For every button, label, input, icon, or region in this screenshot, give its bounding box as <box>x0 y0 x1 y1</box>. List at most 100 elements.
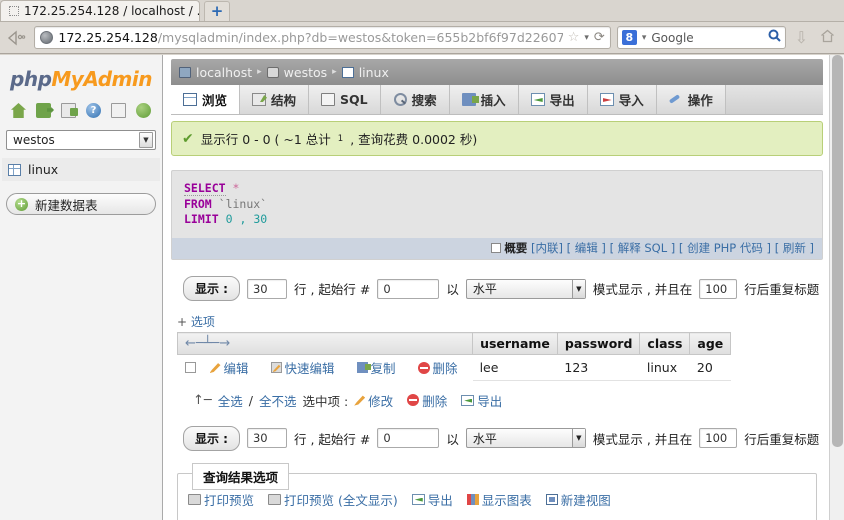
row-action-edit[interactable]: 编辑 <box>203 355 264 381</box>
rows-per-page-input[interactable]: 30 <box>246 278 287 299</box>
home-icon[interactable] <box>817 29 838 47</box>
query-results-options-panel: 查询结果选项 打印预览 打印预览 (全文显示) 导出 显示图表 新建视图 <box>177 462 817 520</box>
breadcrumb-table[interactable]: linux <box>359 65 389 80</box>
select-none-link[interactable]: 全不选 <box>259 391 297 410</box>
tab-structure[interactable]: 结构 <box>240 85 310 114</box>
address-bar[interactable]: 172.25.254.128/mysqladmin/index.php?db=w… <box>34 26 611 49</box>
print-preview-link[interactable]: 打印预览 <box>188 490 254 509</box>
link-label: 打印预览 (全文显示) <box>284 492 398 508</box>
print-preview-full-link[interactable]: 打印预览 (全文显示) <box>268 490 398 509</box>
display-mode-select[interactable]: 水平 ▼ <box>465 428 586 449</box>
database-select[interactable]: westos ▼ <box>6 130 156 150</box>
sql-link-refresh[interactable]: [ 刷新 ] <box>775 241 814 255</box>
vertical-scrollbar[interactable] <box>829 55 844 520</box>
bulk-action-delete[interactable]: 删除 <box>407 391 447 410</box>
column-header-username[interactable]: username <box>472 332 558 356</box>
separator-slash: / <box>248 392 253 408</box>
sidebar-item-linux[interactable]: linux <box>2 158 160 181</box>
sql-link-inline[interactable]: [内联] <box>531 241 563 255</box>
cell-class: linux <box>639 354 690 381</box>
quick-edit-icon <box>270 362 282 374</box>
column-header-password[interactable]: password <box>556 332 641 356</box>
delete-icon <box>407 394 420 407</box>
repeat-headers-input[interactable]: 100 <box>699 428 738 449</box>
column-header-age[interactable]: age <box>689 332 732 356</box>
selected-items-label: 选中项 : <box>302 393 349 409</box>
reload-icon[interactable]: ⟳ <box>594 30 605 45</box>
tab-search[interactable]: 搜索 <box>380 85 450 114</box>
rows-per-page-input[interactable]: 30 <box>246 428 287 449</box>
cell-username: lee <box>472 354 558 381</box>
options-toggle[interactable]: + 选项 <box>171 313 823 330</box>
query-results-options-links: 打印预览 打印预览 (全文显示) 导出 显示图表 新建视图 <box>188 490 806 509</box>
bulk-action-export[interactable]: 导出 <box>461 391 502 410</box>
repeat-suffix-label: 行后重复标题 <box>744 282 820 298</box>
table-row: 编辑 快速编辑 复制 删除 lee 123 linux 20 <box>178 354 731 381</box>
show-button[interactable]: 显示 : <box>183 276 240 302</box>
bulk-action-edit[interactable]: 修改 <box>354 391 393 410</box>
sql-comma: , <box>239 212 247 227</box>
display-mode-select[interactable]: 水平 ▼ <box>465 278 586 299</box>
breadcrumb-separator: ▸ <box>332 67 337 77</box>
row-action-delete[interactable]: 删除 <box>411 355 473 381</box>
downloads-icon[interactable]: ⇩ <box>792 28 811 47</box>
start-row-input[interactable]: 0 <box>377 278 440 299</box>
page-icon[interactable] <box>111 103 126 118</box>
documentation-icon[interactable] <box>61 103 78 118</box>
sql-link-edit[interactable]: [ 编辑 ] <box>567 241 606 255</box>
sql-limit-offset: 0 <box>225 212 233 227</box>
repeat-headers-input[interactable]: 100 <box>699 278 738 299</box>
new-table-button[interactable]: + 新建数据表 <box>6 193 156 215</box>
browser-tab[interactable]: 172.25.254.128 / localhost / ... <box>0 0 200 21</box>
row-action-copy[interactable]: 复制 <box>350 355 411 381</box>
search-input[interactable]: Google <box>651 31 762 45</box>
edit-icon <box>209 363 221 374</box>
search-bar[interactable]: 8 ▾ Google <box>616 26 786 49</box>
row-action-quick-edit[interactable]: 快速编辑 <box>264 355 350 381</box>
chevron-down-icon[interactable]: ▼ <box>139 132 153 148</box>
action-label: 复制 <box>370 361 396 377</box>
chevron-down-icon[interactable]: ▼ <box>571 279 585 298</box>
breadcrumb-database[interactable]: westos <box>284 65 328 80</box>
reload-icon[interactable] <box>136 103 151 118</box>
export-link[interactable]: 导出 <box>411 490 453 509</box>
home-icon[interactable] <box>11 103 26 118</box>
options-label: 选项 <box>190 315 215 330</box>
start-row-input[interactable]: 0 <box>377 428 440 449</box>
sql-link-explain[interactable]: [ 解释 SQL ] <box>610 241 676 255</box>
sql-link-create-php[interactable]: [ 创建 PHP 代码 ] <box>679 241 771 255</box>
scrollbar-thumb[interactable] <box>832 55 843 447</box>
row-checkbox-cell <box>178 355 203 381</box>
mode-suffix-label: 模式显示 , 并且在 <box>592 431 693 447</box>
tab-export[interactable]: 导出 <box>518 85 588 114</box>
back-arrow-icon[interactable] <box>6 26 28 50</box>
column-header-class[interactable]: class <box>639 332 691 356</box>
display-mode-value: 水平 <box>472 282 497 297</box>
display-chart-link[interactable]: 显示图表 <box>466 490 532 509</box>
status-text-before: 显示行 0 - 0 ( ~1 总计 <box>200 132 331 147</box>
chevron-down-icon[interactable]: ▼ <box>571 429 585 448</box>
tab-browse[interactable]: 浏览 <box>171 85 241 114</box>
help-icon[interactable] <box>86 103 101 118</box>
tab-insert[interactable]: 插入 <box>449 85 519 114</box>
row-checkbox[interactable] <box>184 362 196 374</box>
breadcrumb-server[interactable]: localhost <box>196 65 252 80</box>
tab-import[interactable]: 导入 <box>587 85 657 114</box>
search-engine-chevron-icon[interactable]: ▾ <box>642 33 647 43</box>
show-button[interactable]: 显示 : <box>183 425 240 451</box>
mode-suffix-label: 模式显示 , 并且在 <box>592 282 693 298</box>
tab-operations[interactable]: 操作 <box>656 85 726 114</box>
new-tab-button[interactable]: + <box>204 1 230 21</box>
tab-sql[interactable]: SQL <box>309 85 381 114</box>
mode-prefix-label: 以 <box>446 282 459 298</box>
create-view-link[interactable]: 新建视图 <box>545 490 611 509</box>
bookmark-star-icon[interactable]: ☆ <box>568 30 580 45</box>
select-all-link[interactable]: 全选 <box>218 391 243 410</box>
chevron-down-icon[interactable]: ▾ <box>584 33 589 43</box>
sort-nav-header[interactable]: ←─┴─→ <box>176 332 474 356</box>
search-icon[interactable] <box>768 29 781 46</box>
logout-icon[interactable] <box>36 103 51 118</box>
rows-suffix-label: 行 , 起始行 # <box>293 431 371 447</box>
profiling-checkbox[interactable] <box>491 242 502 253</box>
tab-label: 导入 <box>618 93 644 108</box>
